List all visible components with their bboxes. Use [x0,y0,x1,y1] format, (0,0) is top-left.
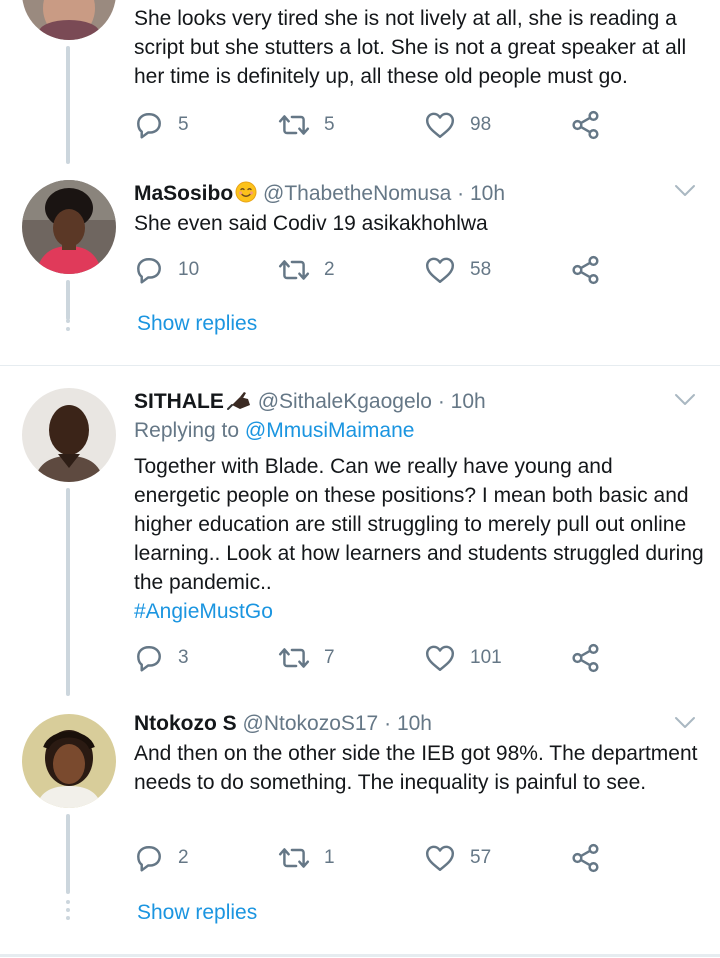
separator: · [437,390,445,413]
user-handle[interactable]: @SithaleKgaogelo [258,390,432,413]
avatar[interactable] [22,388,116,482]
retweet-button[interactable]: 7 [278,643,335,673]
reply-count: 10 [178,259,200,280]
display-name[interactable]: Ntokozo S [134,712,237,735]
reply-icon [134,110,164,140]
heart-icon [424,110,456,140]
share-button[interactable] [570,843,602,873]
tweet-actions: 2 1 57 [134,843,614,873]
replying-to-mention[interactable]: @MmusiMaimane [245,419,415,442]
tweet-header: SITHALE @SithaleKgaogelo · 10h [134,389,486,417]
heart-icon [424,255,456,285]
retweet-icon [278,843,310,873]
retweet-count: 1 [324,847,335,868]
like-count: 98 [470,114,492,135]
share-icon [570,643,602,673]
replying-to-label: Replying to [134,419,240,442]
like-count: 58 [470,259,492,280]
tweet-text: She even said Codiv 19 asikakhohlwa [134,212,488,235]
retweet-count: 7 [324,647,335,668]
show-replies-link[interactable]: Show replies [137,901,257,925]
like-button[interactable]: 101 [424,643,502,673]
like-button[interactable]: 57 [424,843,491,873]
divider [0,954,720,957]
timestamp[interactable]: 10h [470,182,505,205]
reply-count: 3 [178,647,189,668]
like-button[interactable]: 58 [424,255,491,285]
chevron-down-icon[interactable] [674,393,696,407]
separator: · [457,182,465,205]
timestamp[interactable]: 10h [397,712,432,735]
thread-dots [66,311,70,335]
tweet-header: MaSosibo @ThabetheNomusa · 10h [134,181,505,209]
reply-count: 2 [178,847,189,868]
separator: · [384,712,392,735]
tweet[interactable]: MaSosibo @ThabetheNomusa · 10h She even … [0,165,720,365]
share-button[interactable] [570,643,602,673]
user-handle[interactable]: @ThabetheNomusa [263,182,451,205]
avatar[interactable] [22,714,116,808]
share-button[interactable] [570,110,602,140]
replying-to: Replying to @MmusiMaimane [134,419,414,443]
display-name[interactable]: MaSosibo [134,182,233,205]
tweet-header: Ntokozo S @NtokozoS17 · 10h [134,712,432,736]
reply-icon [134,843,164,873]
show-replies-link[interactable]: Show replies [137,312,257,336]
thread-line [66,46,70,164]
reply-button[interactable]: 10 [134,255,199,285]
reply-count: 5 [178,114,189,135]
share-icon [570,843,602,873]
tweet-text-body: Together with Blade. Can we really have … [134,455,704,594]
retweet-button[interactable]: 5 [278,110,335,140]
reply-button[interactable]: 3 [134,643,189,673]
chevron-down-icon[interactable] [674,716,696,730]
tweet[interactable]: She looks very tired she is not lively a… [0,0,720,165]
retweet-icon [278,255,310,285]
avatar[interactable] [22,180,116,274]
display-name[interactable]: SITHALE [134,390,224,413]
timestamp[interactable]: 10h [451,390,486,413]
tweet-actions: 5 5 98 [134,110,614,140]
thread-dots [66,900,70,924]
retweet-count: 5 [324,114,335,135]
tweet-text: Together with Blade. Can we really have … [134,452,704,626]
thread-line [66,488,70,696]
retweet-icon [278,110,310,140]
retweet-count: 2 [324,259,335,280]
tweet[interactable]: SITHALE @SithaleKgaogelo · 10h Replying … [0,366,720,696]
retweet-button[interactable]: 2 [278,255,335,285]
share-icon [570,110,602,140]
tweet-text: And then on the other side the IEB got 9… [134,742,698,794]
reply-icon [134,643,164,673]
reply-icon [134,255,164,285]
like-count: 57 [470,847,492,868]
like-button[interactable]: 98 [424,110,491,140]
thread-line [66,814,70,894]
smiling-face-icon [235,181,257,209]
user-handle[interactable]: @NtokozoS17 [243,712,379,735]
reply-button[interactable]: 2 [134,843,189,873]
share-icon [570,255,602,285]
reply-button[interactable]: 5 [134,110,189,140]
chevron-down-icon[interactable] [674,184,696,198]
heart-icon [424,843,456,873]
hashtag-link[interactable]: #AngieMustGo [134,600,273,623]
avatar[interactable] [22,0,116,40]
tweet-text: She looks very tired she is not lively a… [134,7,687,88]
tweet-actions: 10 2 58 [134,255,614,285]
writing-hand-icon [226,389,252,417]
heart-icon [424,643,456,673]
share-button[interactable] [570,255,602,285]
like-count: 101 [470,647,502,668]
retweet-button[interactable]: 1 [278,843,335,873]
tweet-actions: 3 7 101 [134,643,614,673]
tweet[interactable]: Ntokozo S @NtokozoS17 · 10h And then on … [0,696,720,954]
retweet-icon [278,643,310,673]
